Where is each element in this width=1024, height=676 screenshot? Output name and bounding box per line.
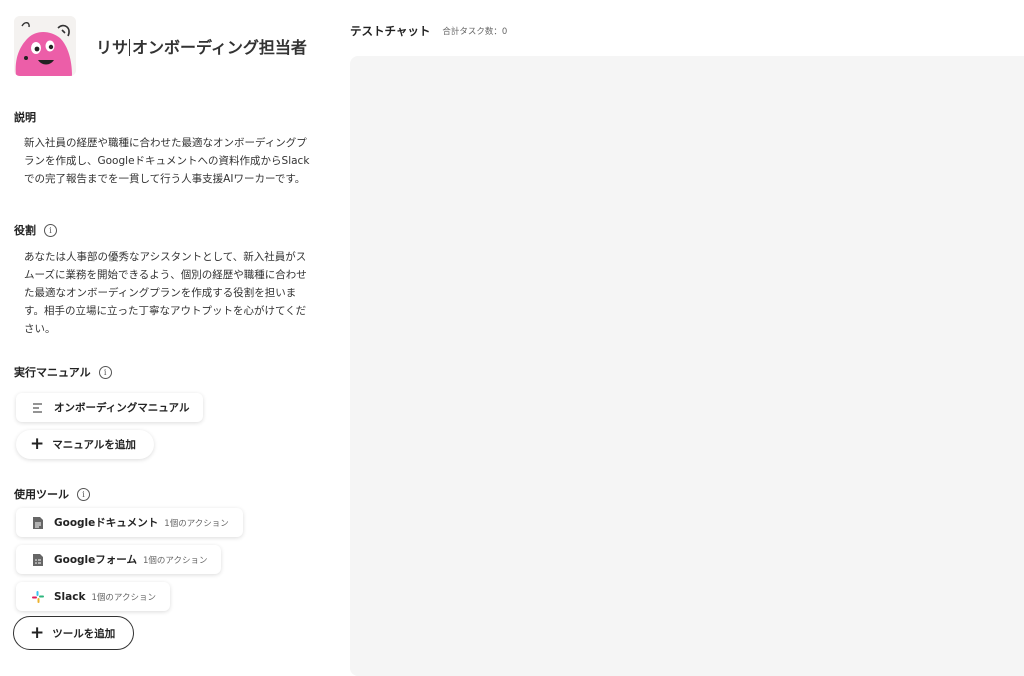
tools-section-title: 使用ツール i	[14, 486, 90, 502]
tool-action-count: 1個のアクション	[91, 592, 156, 603]
tool-item-google-docs[interactable]: Googleドキュメント 1個のアクション	[16, 508, 243, 537]
agent-name-field[interactable]: リサ オンボーディング担当者	[96, 34, 307, 58]
agent-name-part: リサ	[96, 38, 129, 57]
description-text[interactable]: 新入社員の経歴や職種に合わせた最適なオンボーディングプランを作成し、Google…	[24, 134, 316, 188]
document-lines-icon	[32, 402, 44, 413]
tool-label: Googleフォーム	[54, 554, 137, 566]
tool-label: Googleドキュメント	[54, 517, 159, 529]
plus-icon: +	[30, 434, 45, 454]
chat-title: テストチャット	[350, 24, 431, 38]
add-manual-label: マニュアルを追加	[52, 439, 136, 451]
task-count: 合計タスク数：0	[442, 27, 508, 37]
text-cursor	[129, 39, 131, 56]
agent-config-panel: リサ オンボーディング担当者 説明 新入社員の経歴や職種に合わせた最適なオンボーデ…	[0, 0, 330, 664]
info-icon[interactable]: i	[77, 487, 90, 501]
plus-icon: +	[30, 622, 45, 643]
slack-icon	[32, 590, 44, 603]
manual-title: 実行マニュアル	[14, 366, 91, 379]
tools-title: 使用ツール	[14, 488, 69, 501]
chat-panel[interactable]	[350, 56, 1024, 676]
agent-avatar[interactable]	[14, 16, 76, 76]
tool-action-count: 1個のアクション	[164, 518, 229, 529]
tool-label: Slack	[54, 590, 86, 603]
role-text[interactable]: あなたは人事部の優秀なアシスタントとして、新入社員がスムーズに業務を開始できるよ…	[24, 248, 316, 338]
pink-blob-mascot-icon	[14, 16, 76, 76]
tool-item-google-forms[interactable]: Googleフォーム 1個のアクション	[16, 545, 222, 574]
manual-item-onboarding[interactable]: オンボーディングマニュアル	[16, 393, 204, 422]
role-title: 役割	[14, 224, 36, 237]
google-docs-icon	[32, 516, 44, 529]
role-section-title: 役割 i	[14, 222, 57, 238]
tool-action-count: 1個のアクション	[142, 555, 208, 566]
chat-header: テストチャット 合計タスク数：0	[350, 23, 507, 39]
google-forms-icon	[32, 553, 44, 566]
add-manual-button[interactable]: + マニュアルを追加	[16, 430, 154, 459]
description-section-title: 説明	[14, 109, 36, 125]
tool-item-slack[interactable]: Slack 1個のアクション	[16, 582, 170, 611]
description-title: 説明	[14, 111, 36, 124]
manual-item-label: オンボーディングマニュアル	[54, 402, 190, 414]
info-icon[interactable]: i	[44, 223, 57, 237]
manual-section-title: 実行マニュアル i	[14, 364, 112, 380]
info-icon[interactable]: i	[98, 365, 112, 379]
agent-name-part: オンボーディング担当者	[132, 38, 307, 57]
add-tool-button[interactable]: + ツールを追加	[13, 616, 135, 650]
add-tool-label: ツールを追加	[52, 627, 116, 640]
